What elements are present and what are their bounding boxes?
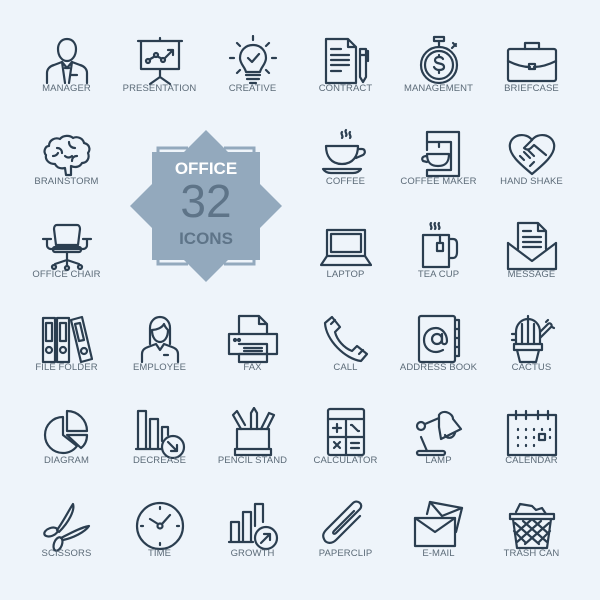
icon-tile-hand-shake: HAND SHAKE [485, 118, 578, 211]
icon-label: CACTUS [511, 362, 552, 373]
icon-tile-management: MANAGEMENT [392, 25, 485, 118]
icon-tile-decrease: DECREASE [113, 397, 206, 490]
badge-subtitle: ICONS [179, 229, 233, 248]
icon-tile-creative: CREATIVE [206, 25, 299, 118]
icon-tile-scissors: SCISSORS [20, 490, 113, 583]
handshake-icon [508, 134, 556, 176]
office-icons-badge: OFFICE 32 ICONS [128, 128, 284, 284]
icon-tile-paperclip: PAPERCLIP [299, 490, 392, 583]
briefcase-icon [506, 41, 558, 83]
icon-tile-brainstorm: BRAINSTORM [20, 118, 113, 211]
address-book-icon [417, 314, 461, 364]
icon-tile-growth: GROWTH [206, 490, 299, 583]
icon-tile-call: CALL [299, 304, 392, 397]
contract-icon [324, 37, 370, 85]
decrease-chart-icon [134, 409, 186, 459]
icon-tile-e-mail: E-MAIL [392, 490, 485, 583]
icon-label: BRIEFCASE [504, 83, 559, 94]
lightbulb-icon [228, 35, 278, 85]
cactus-icon [510, 314, 556, 364]
icon-tile-fax: FAX [206, 304, 299, 397]
growth-chart-icon [227, 502, 279, 551]
pie-chart-icon [43, 409, 89, 455]
brain-icon [43, 134, 91, 177]
icon-tile-contract: CONTRACT [299, 25, 392, 118]
icon-tile-time: TIME [113, 490, 206, 583]
icon-tile-manager: MANAGER [20, 25, 113, 118]
email-icon [413, 500, 464, 548]
tea-cup-icon [421, 221, 459, 269]
calculator-icon [326, 407, 366, 457]
icon-tile-coffee: COFFEE [299, 118, 392, 211]
pencil-stand-icon [231, 407, 276, 457]
icon-tile-employee: EMPLOYEE [113, 304, 206, 397]
icon-tile-office-chair: OFFICE CHAIR [20, 211, 113, 304]
calendar-icon [506, 409, 558, 457]
coffee-maker-icon [421, 130, 461, 178]
lamp-icon [415, 410, 463, 457]
office-chair-icon [41, 223, 93, 272]
trash-can-icon [508, 502, 556, 550]
icon-tile-tea-cup: TEA CUP [392, 211, 485, 304]
laptop-icon [320, 228, 372, 267]
icon-tile-cactus: CACTUS [485, 304, 578, 397]
paperclip-icon [322, 500, 363, 544]
clock-icon [135, 501, 185, 551]
icon-tile-presentation: PRESENTATION [113, 25, 206, 118]
icon-tile-briefcase: BRIEFCASE [485, 25, 578, 118]
phone-icon [323, 315, 369, 363]
icon-label: MESSAGE [507, 269, 556, 280]
icon-tile-laptop: LAPTOP [299, 211, 392, 304]
icon-tile-pencil-stand: PENCIL STAND [206, 397, 299, 490]
icon-tile-address-book: ADDRESS BOOK [392, 304, 485, 397]
icon-tile-diagram: DIAGRAM [20, 397, 113, 490]
file-folder-icon [41, 315, 93, 364]
icon-tile-message: MESSAGE [485, 211, 578, 304]
icon-tile-file-folder: FILE FOLDER [20, 304, 113, 397]
icon-tile-coffee-maker: COFFEE MAKER [392, 118, 485, 211]
stopwatch-dollar-icon [419, 35, 459, 85]
icon-tile-trash-can: TRASH CAN [485, 490, 578, 583]
fax-icon [227, 314, 279, 364]
badge-count: 32 [180, 175, 232, 227]
icon-tile-lamp: LAMP [392, 397, 485, 490]
icon-label: BRAINSTORM [34, 176, 99, 187]
icon-tile-calendar: CALENDAR [485, 397, 578, 490]
icon-label: HAND SHAKE [500, 176, 563, 187]
presentation-icon [136, 36, 184, 86]
message-icon [506, 221, 558, 271]
scissors-icon [43, 502, 91, 552]
coffee-cup-icon [321, 128, 366, 175]
icon-label: CALENDAR [505, 455, 558, 466]
icon-label: OFFICE CHAIR [32, 269, 101, 280]
manager-icon [45, 37, 89, 85]
icon-label: TRASH CAN [503, 548, 560, 559]
icon-tile-calculator: CALCULATOR [299, 397, 392, 490]
employee-icon [140, 315, 180, 364]
